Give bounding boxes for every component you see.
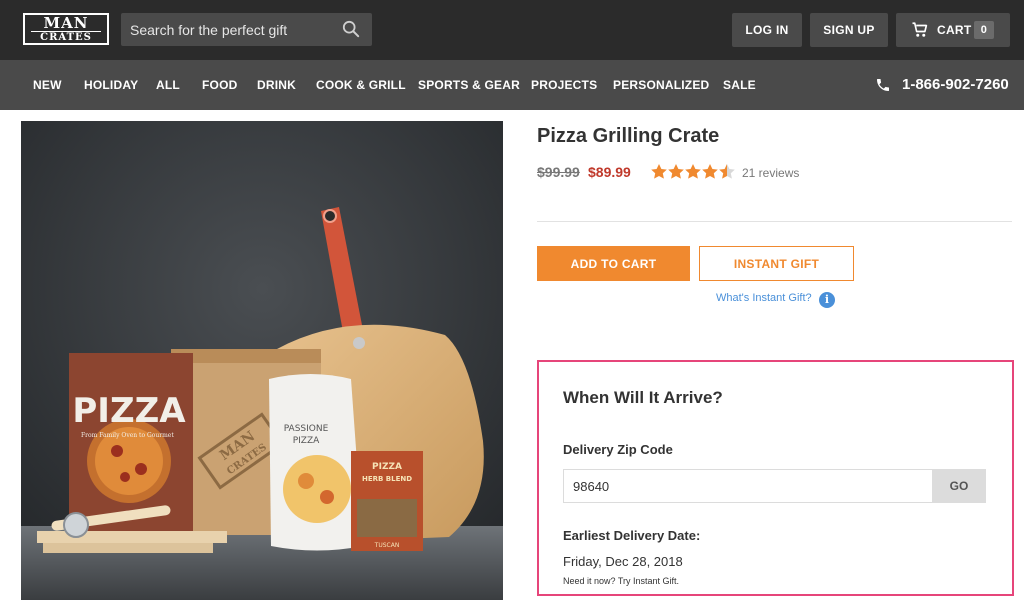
cart-icon [912,22,928,37]
phone-icon [877,79,889,91]
earliest-delivery-date: Friday, Dec 28, 2018 [563,554,683,569]
nav-item-new[interactable]: NEW [33,60,62,110]
book-title: PIZZA [72,391,186,431]
nav-item-drink[interactable]: DRINK [257,60,296,110]
top-header: MAN CRATES LOG IN SIGN UP CART 0 [0,0,1024,60]
instant-gift-button[interactable]: INSTANT GIFT [699,246,854,281]
login-button[interactable]: LOG IN [732,13,802,47]
whats-instant-gift-link[interactable]: What's Instant Gift? [716,292,812,304]
nav-item-personalized[interactable]: PERSONALIZED [613,60,709,110]
herb-box-line2: HERB BLEND [362,475,412,483]
sale-price: $89.99 [588,164,631,180]
rating-stars[interactable] [650,163,736,181]
bag-label-line2: PIZZA [293,436,320,446]
cart-button[interactable]: CART 0 [896,13,1010,47]
earliest-delivery-label: Earliest Delivery Date: [563,528,701,543]
zip-code-input[interactable] [563,469,933,503]
nav-item-all[interactable]: ALL [156,60,180,110]
info-icon[interactable]: i [819,292,835,308]
original-price: $99.99 [537,164,580,180]
review-count[interactable]: 21 reviews [742,166,799,180]
phone-number: 1-866-902-7260 [902,76,1009,93]
nav-item-food[interactable]: FOOD [202,60,237,110]
search-input[interactable] [121,13,331,46]
man-crates-logo[interactable]: MAN CRATES [23,13,109,45]
instant-gift-note: Need it now? Try Instant Gift. [563,576,680,586]
nav-item-cook-grill[interactable]: COOK & GRILL [316,60,406,110]
star-icon [702,164,718,179]
herb-box-footer: TUSCAN [374,542,400,549]
star-icon [651,164,667,179]
delivery-estimator: When Will It Arrive? Delivery Zip Code G… [537,360,1014,596]
nav-item-sports-gear[interactable]: SPORTS & GEAR [418,60,520,110]
zip-label: Delivery Zip Code [563,442,673,457]
product-photo: MAN CRATES PIZZA From Family Oven to Gou… [21,121,503,600]
go-button[interactable]: GO [932,469,986,503]
search-icon[interactable] [342,20,360,38]
product-title: Pizza Grilling Crate [537,125,720,147]
star-icon [685,164,701,179]
nav-item-projects[interactable]: PROJECTS [531,60,597,110]
delivery-title: When Will It Arrive? [563,388,723,407]
logo-line2: CRATES [31,31,101,43]
add-to-cart-button[interactable]: ADD TO CART [537,246,690,281]
main-nav: NEW HOLIDAY ALL FOOD DRINK COOK & GRILL … [0,60,1024,110]
cart-count-badge: 0 [974,21,994,39]
divider [537,221,1012,222]
nav-item-sale[interactable]: SALE [723,60,756,110]
herb-box-line1: PIZZA [372,462,402,472]
nav-item-holiday[interactable]: HOLIDAY [84,60,138,110]
search-bar [121,13,372,46]
cart-label: CART [937,23,972,37]
signup-button[interactable]: SIGN UP [810,13,888,47]
logo-line1: MAN [43,14,89,32]
star-icon [668,164,684,179]
bag-label-line1: PASSIONE [284,424,329,434]
book-subtitle: From Family Oven to Gourmet [81,432,174,439]
star-icon [719,164,735,179]
product-image[interactable]: MAN CRATES PIZZA From Family Oven to Gou… [21,121,503,600]
